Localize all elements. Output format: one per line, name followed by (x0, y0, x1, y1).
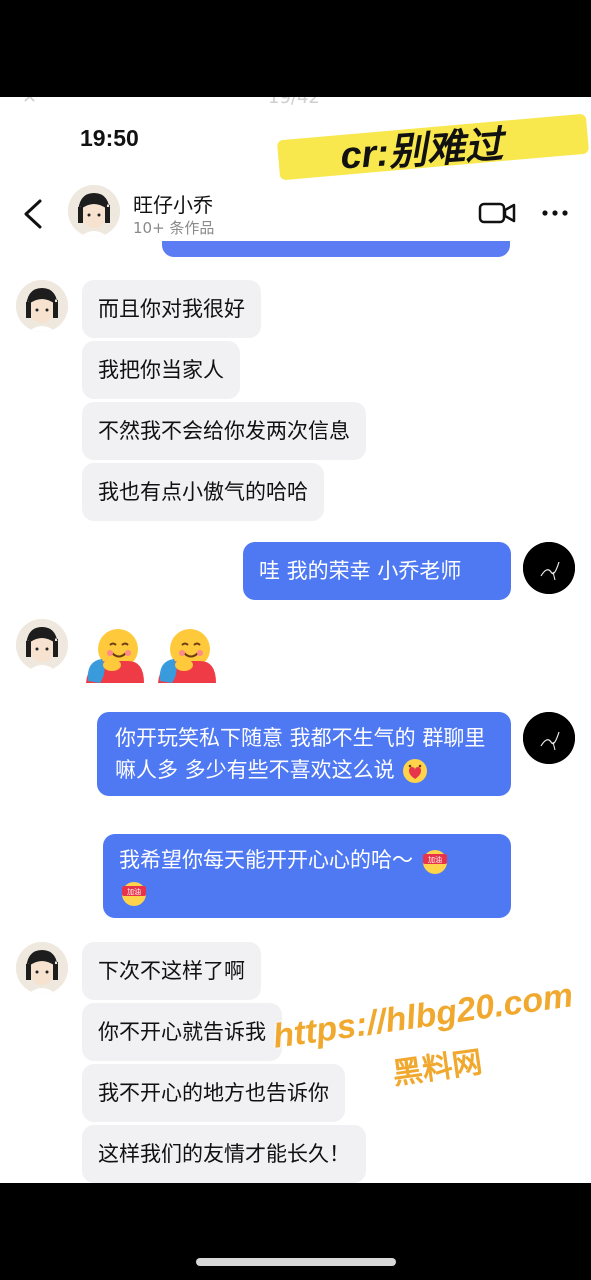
girl-avatar-icon (16, 280, 68, 332)
status-time: 19:50 (80, 125, 139, 151)
my-avatar[interactable] (523, 542, 575, 594)
message-bubble-incoming[interactable]: 你不开心就告诉我 (82, 1003, 282, 1061)
heart-face-emoji-icon (403, 759, 428, 783)
video-call-icon[interactable] (478, 201, 516, 225)
signature-avatar-icon (523, 712, 575, 764)
message-text: 我希望你每天能开开心心的哈～ (119, 848, 413, 872)
previous-message-edge (162, 241, 510, 257)
jiayou-sticker-icon: 加油 (122, 882, 146, 906)
message-bubble-incoming[interactable]: 不然我不会给你发两次信息 (82, 402, 366, 460)
contact-avatar[interactable] (68, 185, 120, 237)
jiayou-sticker-icon: 加油 (422, 850, 447, 874)
message-bubble-outgoing[interactable]: 我希望你每天能开开心心的哈～ 加油 加油 (103, 834, 511, 918)
message-bubble-incoming[interactable]: 我把你当家人 (82, 341, 240, 399)
my-avatar[interactable] (523, 712, 575, 764)
message-bubble-outgoing[interactable]: 你开玩笑私下随意 我都不生气的 群聊里嘛人多 多少有些不喜欢这么说 (97, 712, 511, 796)
girl-avatar-icon (68, 185, 120, 237)
contact-name[interactable]: 旺仔小乔 (133, 189, 213, 218)
contact-avatar-small[interactable] (16, 619, 68, 671)
ghost-counter: 19/42 (268, 97, 320, 108)
ghost-close-icon: ✕ (22, 97, 38, 108)
watermark-cr: cr:别难过 (339, 124, 505, 178)
contact-subtitle[interactable]: 10+ 条作品 (133, 217, 214, 238)
sticker-label: 加油 (428, 855, 442, 864)
hugging-face-emoji-icon[interactable] (154, 621, 220, 687)
hugging-face-emoji-icon[interactable] (82, 621, 148, 687)
contact-avatar-small[interactable] (16, 280, 68, 332)
message-bubble-incoming[interactable]: 而且你对我很好 (82, 280, 261, 338)
message-bubble-incoming[interactable]: 这样我们的友情才能长久！ (82, 1125, 366, 1183)
signature-avatar-icon (523, 542, 575, 594)
more-options-icon[interactable] (540, 203, 570, 223)
home-indicator[interactable] (196, 1258, 396, 1266)
girl-avatar-icon (16, 619, 68, 671)
watermark-label: 黑料网 (390, 1044, 485, 1093)
chat-header: 旺仔小乔 10+ 条作品 (0, 179, 591, 249)
message-bubble-outgoing[interactable]: 哇 我的荣幸 小乔老师 (243, 542, 511, 600)
message-bubble-incoming[interactable]: 我不开心的地方也告诉你 (82, 1064, 345, 1122)
sticker-label: 加油 (127, 887, 141, 896)
contact-avatar-small[interactable] (16, 942, 68, 994)
message-bubble-incoming[interactable]: 下次不这样了啊 (82, 942, 261, 1000)
back-arrow-icon[interactable] (18, 197, 48, 231)
top-black-bar (0, 0, 591, 97)
chat-screen: ✕ 19/42 19:50 cr:别难过 旺仔小乔 10+ 条作品 而且你对我很… (0, 97, 591, 1183)
message-bubble-incoming[interactable]: 我也有点小傲气的哈哈 (82, 463, 324, 521)
message-text: 你开玩笑私下随意 我都不生气的 群聊里嘛人多 多少有些不喜欢这么说 (115, 726, 486, 782)
girl-avatar-icon (16, 942, 68, 994)
